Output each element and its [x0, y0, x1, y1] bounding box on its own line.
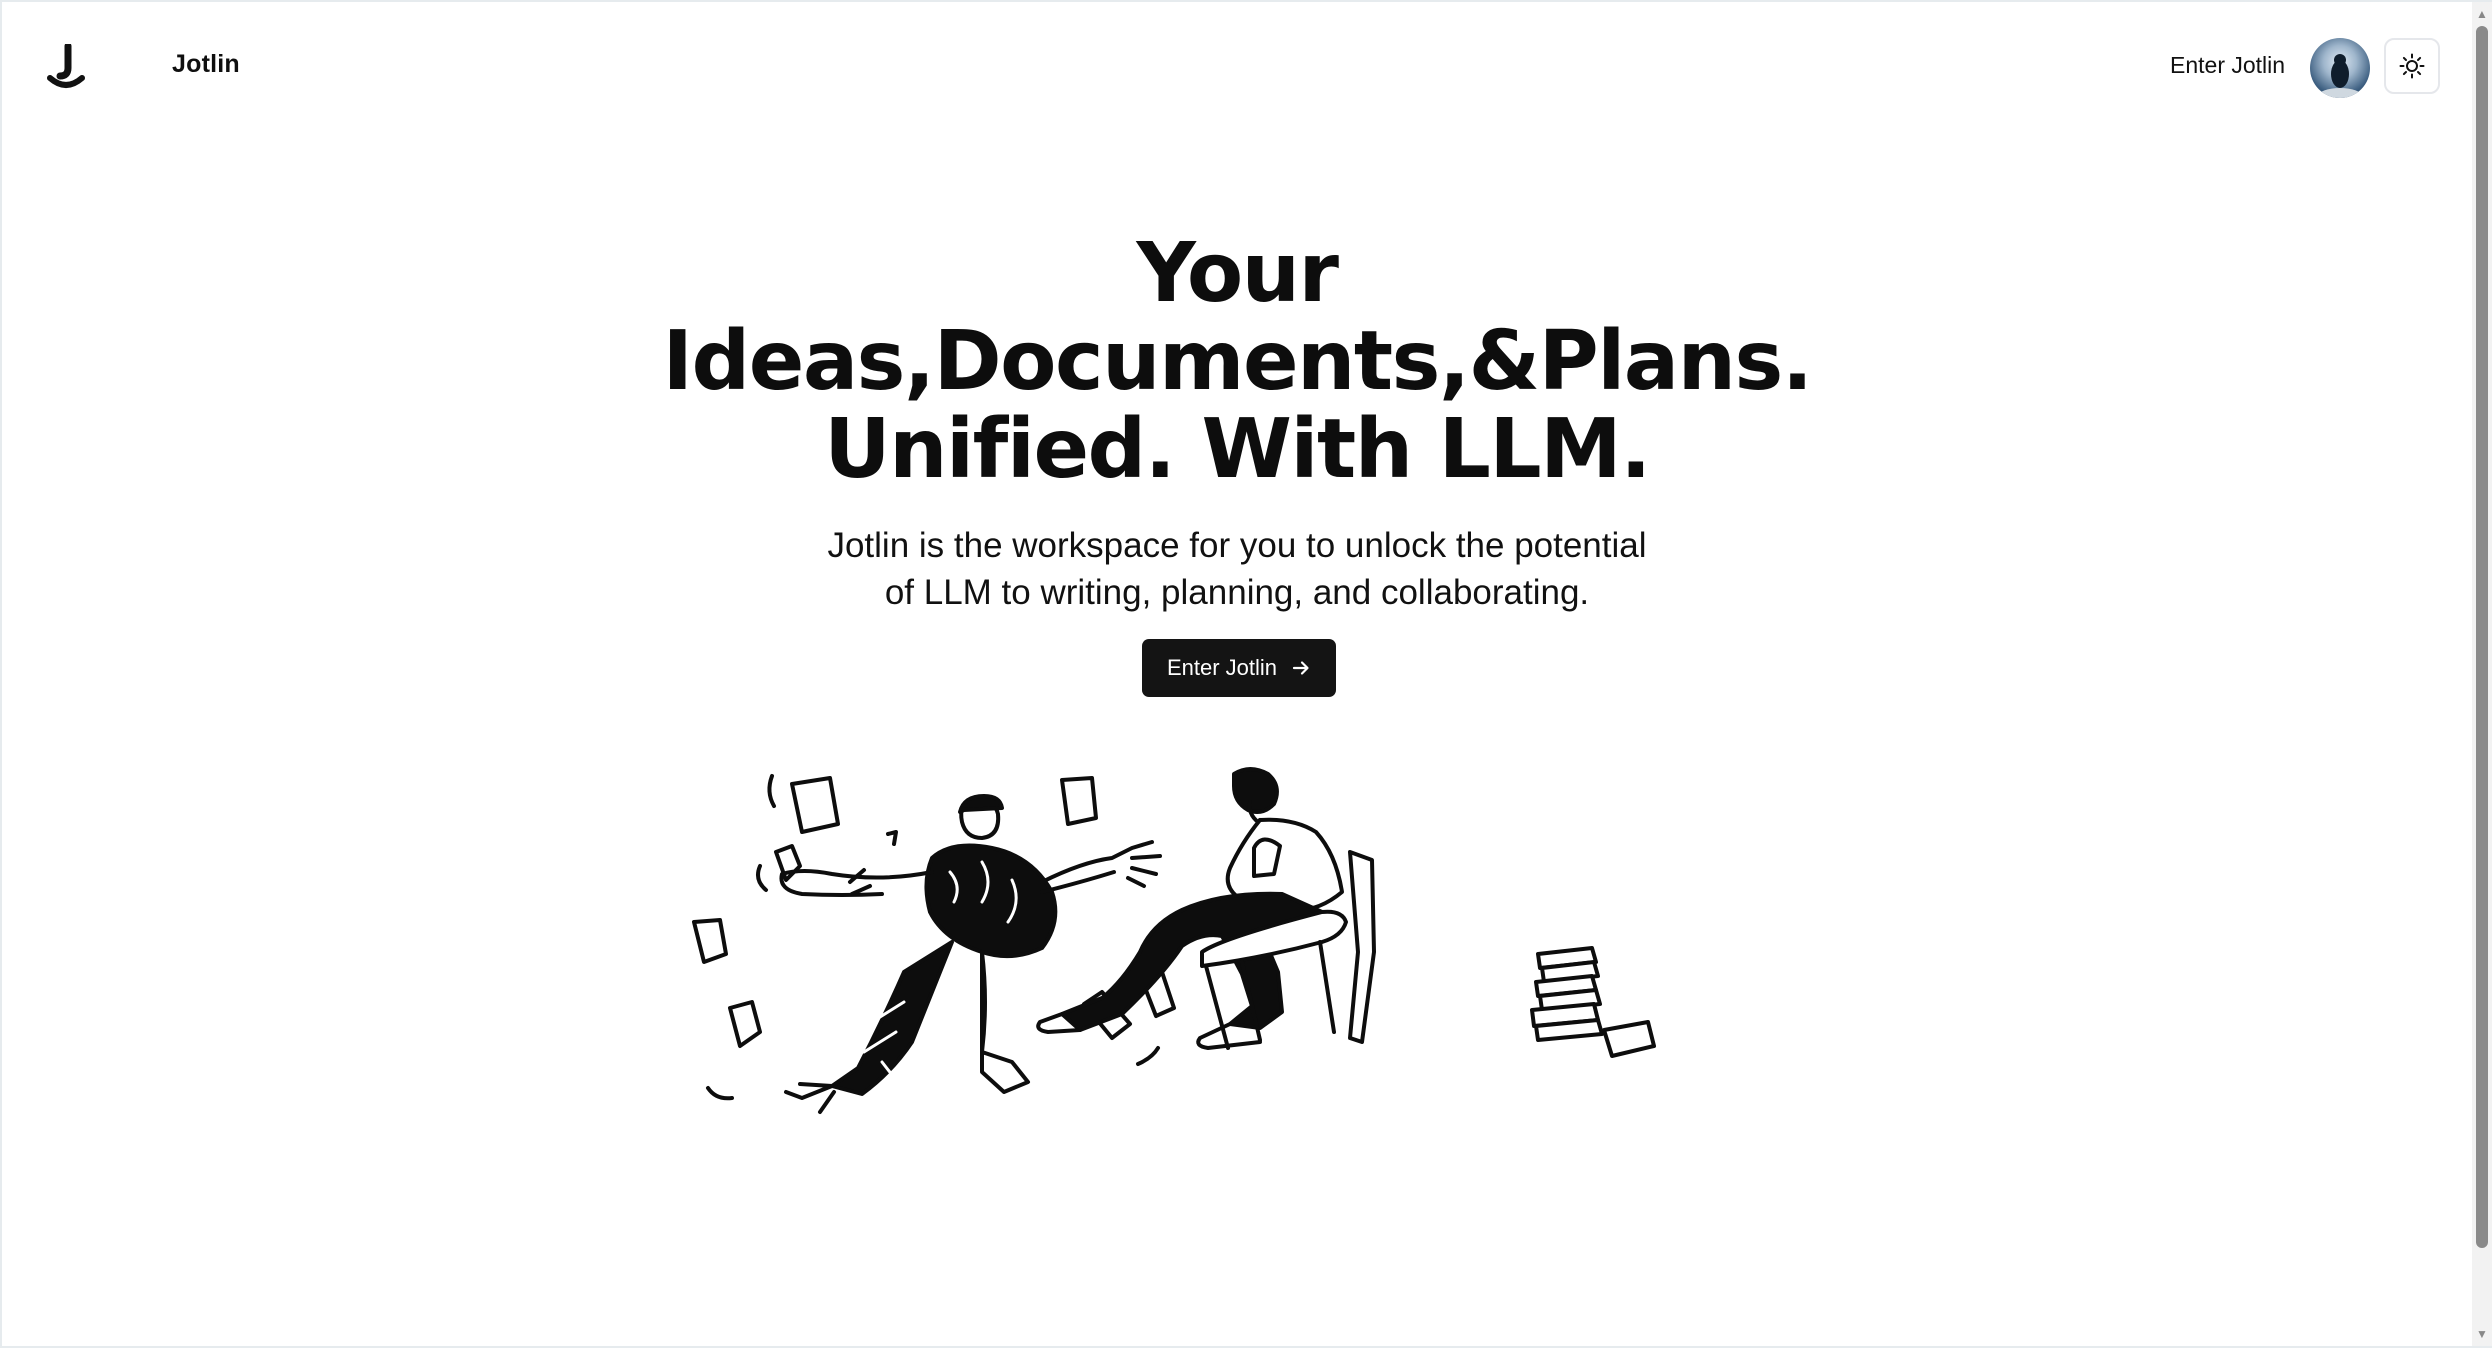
sun-icon [2399, 53, 2425, 79]
enter-jotlin-button[interactable]: Enter Jotlin [1142, 639, 1336, 697]
theme-toggle-button[interactable] [2384, 38, 2440, 94]
user-avatar[interactable] [2310, 38, 2370, 98]
hero-illustration [692, 767, 1656, 1114]
scroll-up-arrow-icon[interactable]: ▲ [2472, 4, 2492, 24]
hero-subtitle: Jotlin is the workspace for you to unloc… [712, 522, 1762, 616]
avatar-image [2318, 54, 2362, 98]
jotlin-logo-icon[interactable] [46, 44, 86, 92]
hero-title: Your Ideas,Documents,&Plans. Unified. Wi… [562, 230, 1912, 494]
enter-jotlin-link[interactable]: Enter Jotlin [2170, 52, 2285, 79]
scroll-down-arrow-icon[interactable]: ▼ [2472, 1324, 2492, 1344]
brand-name[interactable]: Jotlin [172, 50, 240, 79]
cta-label: Enter Jotlin [1166, 655, 1278, 680]
hero-title-line: Your [1136, 226, 1339, 321]
hero-subtitle-line: Jotlin is the workspace for you to unloc… [827, 526, 1647, 565]
top-navbar: Jotlin Enter Jotlin [2, 2, 2472, 132]
hero-subtitle-line: of LLM to writing, planning, and collabo… [884, 573, 1590, 612]
hero-title-line: Ideas,Documents,&Plans. [662, 314, 1813, 409]
hero-title-line: Unified. With LLM. [824, 402, 1651, 497]
scrollbar-thumb[interactable] [2476, 26, 2488, 1248]
vertical-scrollbar[interactable]: ▲ ▼ [2472, 2, 2492, 1346]
arrow-right-icon [1292, 661, 1309, 675]
